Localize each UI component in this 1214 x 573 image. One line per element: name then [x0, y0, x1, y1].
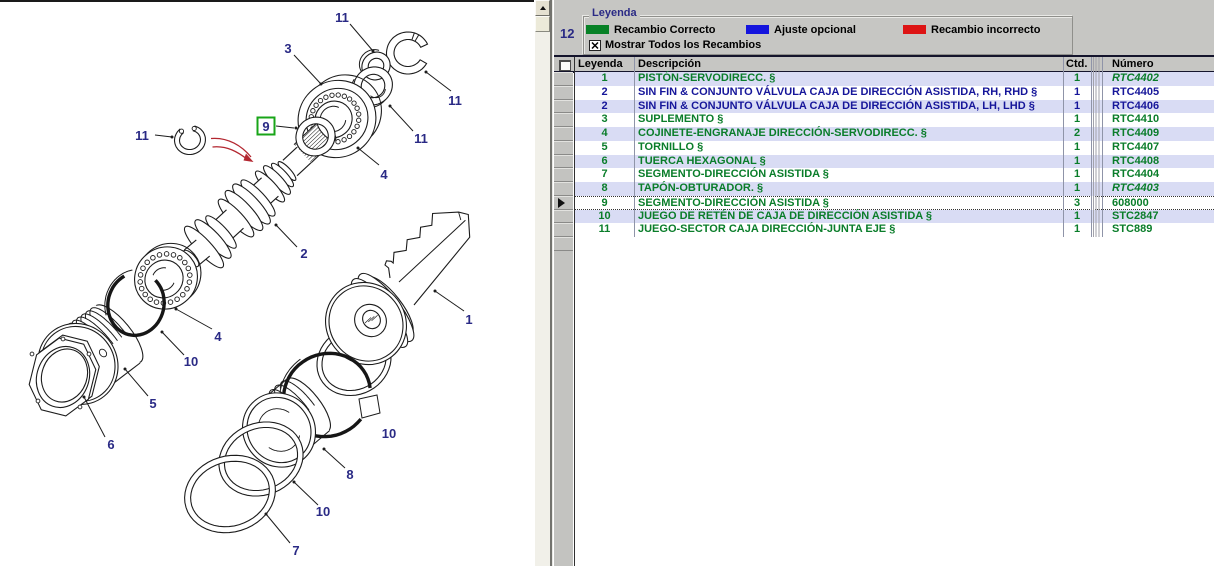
svg-text:4: 4: [380, 167, 388, 182]
svg-text:7: 7: [292, 543, 299, 558]
svg-text:2: 2: [300, 246, 307, 261]
svg-text:3: 3: [284, 41, 291, 56]
svg-text:9: 9: [262, 119, 269, 134]
svg-text:10: 10: [382, 426, 396, 441]
svg-text:4: 4: [214, 329, 222, 344]
svg-text:6: 6: [107, 437, 114, 452]
svg-text:11: 11: [448, 93, 462, 108]
svg-text:1: 1: [465, 312, 472, 327]
svg-text:11: 11: [135, 128, 149, 143]
svg-text:10: 10: [316, 504, 330, 519]
svg-text:8: 8: [346, 467, 353, 482]
svg-text:10: 10: [184, 354, 198, 369]
svg-text:5: 5: [149, 396, 156, 411]
svg-text:11: 11: [335, 10, 349, 25]
svg-text:11: 11: [414, 131, 428, 146]
